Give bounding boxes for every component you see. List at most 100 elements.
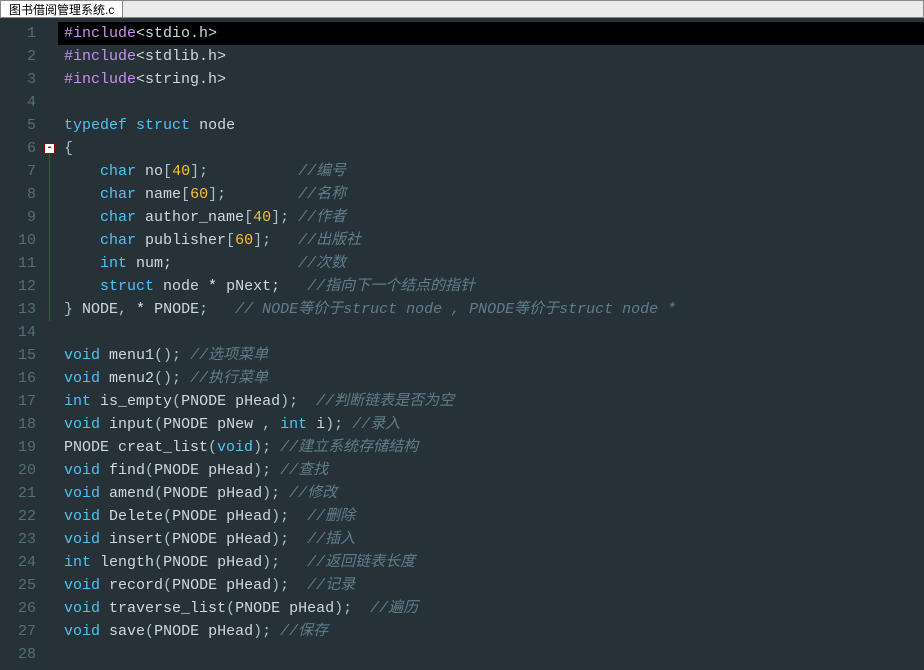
token-kw: void	[64, 508, 100, 525]
token-id: PNODE	[145, 301, 199, 318]
token-cmt: //遍历	[370, 600, 418, 617]
token-punc: [	[181, 186, 190, 203]
token-cmt: // NODE等价于struct node , PNODE等价于struct n…	[235, 301, 676, 318]
token-id: publisher	[136, 232, 226, 249]
code-line[interactable]: #include<stdlib.h>	[64, 45, 676, 68]
token-punc: [	[244, 209, 253, 226]
code-line[interactable]: void menu2(); //执行菜单	[64, 367, 676, 390]
code-line[interactable]: void traverse_list(PNODE pHead); //遍历	[64, 597, 676, 620]
token-kw: typedef	[64, 117, 127, 134]
line-number: 23	[6, 528, 36, 551]
code-line[interactable]: int num; //次数	[64, 252, 676, 275]
code-line[interactable]: char name[60]; //名称	[64, 183, 676, 206]
token-punc: [	[226, 232, 235, 249]
token-punc: );	[280, 393, 298, 410]
token-punc: (	[145, 623, 154, 640]
code-line[interactable]: int length(PNODE pHead); //返回链表长度	[64, 551, 676, 574]
token-punc: );	[253, 439, 271, 456]
code-line[interactable]: char author_name[40]; //作者	[64, 206, 676, 229]
code-line[interactable]: void save(PNODE pHead); //保存	[64, 620, 676, 643]
token-id	[64, 255, 100, 272]
token-id	[271, 462, 280, 479]
code-line[interactable]: typedef struct node	[64, 114, 676, 137]
token-cmt: //删除	[307, 508, 355, 525]
token-kw: int	[64, 554, 91, 571]
token-punc: );	[262, 554, 280, 571]
token-id	[280, 554, 307, 571]
token-inc: <string.h>	[136, 71, 226, 88]
token-id	[298, 393, 316, 410]
code-line[interactable]: void record(PNODE pHead); //记录	[64, 574, 676, 597]
code-line[interactable]: } NODE, * PNODE; // NODE等价于struct node ,…	[64, 298, 676, 321]
token-id: PNODE pHead	[172, 531, 271, 548]
code-area[interactable]: #include<stdio.h>#include<stdlib.h>#incl…	[58, 18, 676, 670]
token-cmt: //保存	[280, 623, 328, 640]
code-line[interactable]: PNODE creat_list(void); //建立系统存储结构	[64, 436, 676, 459]
token-id	[91, 393, 100, 410]
line-number: 12	[6, 275, 36, 298]
token-id	[271, 232, 298, 249]
token-punc: );	[253, 623, 271, 640]
line-number: 18	[6, 413, 36, 436]
token-id	[64, 163, 100, 180]
token-id	[289, 209, 298, 226]
token-op: *	[208, 278, 217, 295]
code-editor[interactable]: 1234567891011121314151617181920212223242…	[0, 18, 924, 670]
token-kw: void	[64, 462, 100, 479]
token-id	[91, 554, 100, 571]
code-line[interactable]: void input(PNODE pNew , int i); //录入	[64, 413, 676, 436]
token-id	[226, 186, 298, 203]
token-id: PNODE	[64, 439, 118, 456]
token-id: PNODE pHead	[163, 485, 262, 502]
code-line[interactable]: int is_empty(PNODE pHead); //判断链表是否为空	[64, 390, 676, 413]
code-line[interactable]: char publisher[60]; //出版社	[64, 229, 676, 252]
code-line[interactable]: void amend(PNODE pHead); //修改	[64, 482, 676, 505]
line-number: 2	[6, 45, 36, 68]
token-num: 60	[235, 232, 253, 249]
code-line[interactable]: {	[64, 137, 676, 160]
code-line[interactable]: void find(PNODE pHead); //查找	[64, 459, 676, 482]
token-punc: (	[163, 577, 172, 594]
token-id	[100, 370, 109, 387]
token-punc: );	[334, 600, 352, 617]
token-id: pNext;	[217, 278, 280, 295]
line-number: 1	[6, 22, 36, 45]
code-line[interactable]: #include<stdio.h>	[58, 22, 924, 45]
line-number: 24	[6, 551, 36, 574]
token-id: num;	[127, 255, 172, 272]
token-kw: struct	[100, 278, 154, 295]
token-cmt: //查找	[280, 462, 328, 479]
token-id	[271, 416, 280, 433]
token-pre: #include	[64, 48, 136, 65]
code-line[interactable]: #include<string.h>	[64, 68, 676, 91]
code-line[interactable]: void menu1(); //选项菜单	[64, 344, 676, 367]
token-cmt: //指向下一个结点的指针	[307, 278, 475, 295]
fold-toggle-icon[interactable]: -	[44, 143, 55, 154]
line-number: 4	[6, 91, 36, 114]
code-line[interactable]: void Delete(PNODE pHead); //删除	[64, 505, 676, 528]
code-line[interactable]	[64, 91, 676, 114]
token-punc: );	[253, 462, 271, 479]
token-id: PNODE pHead	[181, 393, 280, 410]
line-number: 21	[6, 482, 36, 505]
token-id	[352, 600, 370, 617]
token-kw: char	[100, 163, 136, 180]
code-line[interactable]: void insert(PNODE pHead); //插入	[64, 528, 676, 551]
token-punc: [	[163, 163, 172, 180]
line-number: 3	[6, 68, 36, 91]
token-id	[100, 531, 109, 548]
token-kw: int	[64, 393, 91, 410]
token-fn: input	[109, 416, 154, 433]
code-line[interactable]	[64, 321, 676, 344]
token-punc: ,	[262, 416, 271, 433]
token-cmt: //判断链表是否为空	[316, 393, 454, 410]
token-id: node	[199, 117, 235, 134]
token-punc: );	[271, 577, 289, 594]
token-id	[100, 462, 109, 479]
file-tab[interactable]: 图书借阅管理系统.c	[1, 1, 123, 17]
token-cmt: //修改	[289, 485, 337, 502]
code-line[interactable]: struct node * pNext; //指向下一个结点的指针	[64, 275, 676, 298]
token-cmt: //作者	[298, 209, 346, 226]
code-line[interactable]	[64, 643, 676, 666]
code-line[interactable]: char no[40]; //编号	[64, 160, 676, 183]
